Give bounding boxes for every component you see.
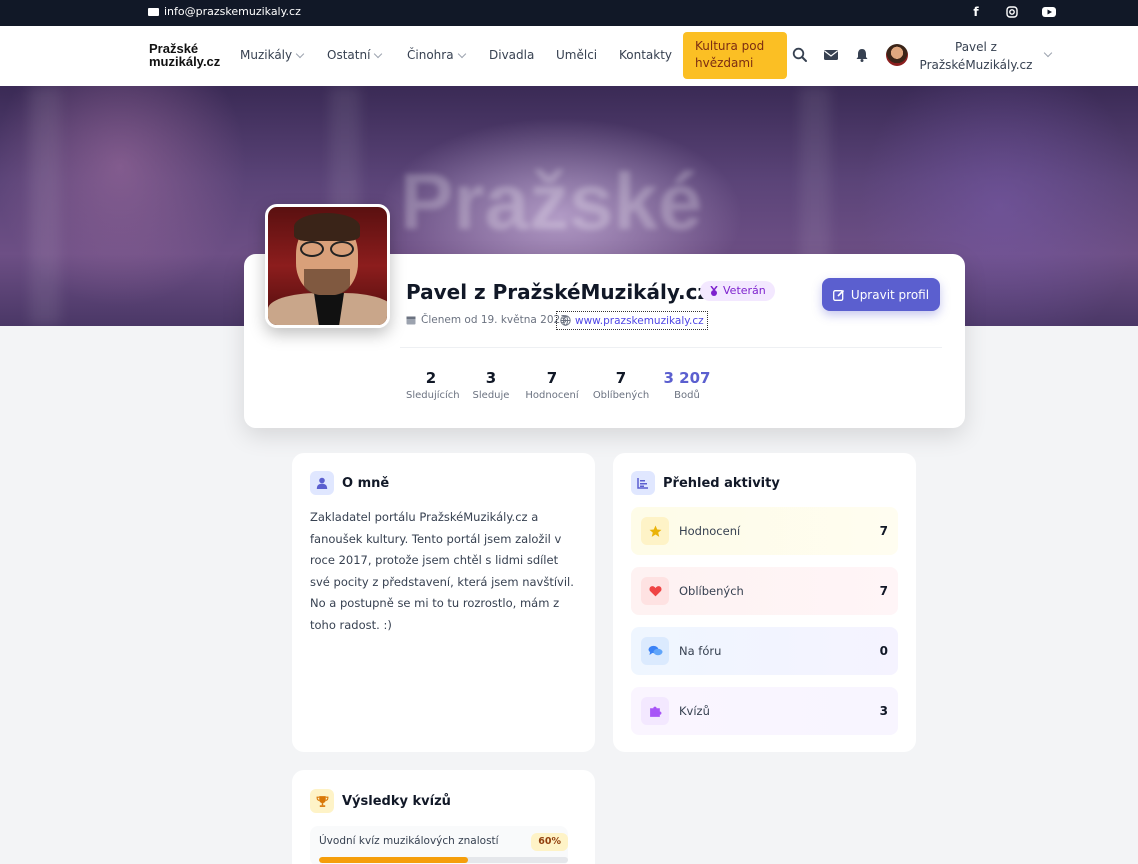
envelope-icon [148,7,159,16]
about-title: O mně [310,471,389,495]
stat-value: 7 [615,369,627,387]
activity-row-forum[interactable]: Na fóru 0 [631,627,898,675]
facebook-icon[interactable]: f [968,4,984,20]
activity-label: Na fóru [679,644,722,658]
rank-badge-label: Veterán [723,284,766,297]
trophy-icon [310,789,334,813]
edit-icon [832,289,844,301]
about-text: Zakladatel portálu PražskéMuzikály.cz a … [310,510,574,632]
quiz-results-title-text: Výsledky kvízů [342,793,451,809]
nav-label: Muzikály [240,48,293,62]
cover-light [30,86,60,326]
activity-title: Přehled aktivity [631,471,780,495]
chevron-down-icon [457,49,466,58]
edit-profile-button[interactable]: Upravit profil [822,278,940,311]
chart-icon [631,471,655,495]
heart-icon [641,577,669,605]
puzzle-icon [641,697,669,725]
user-menu-name[interactable]: Pavel z PražskéMuzikály.cz [918,38,1034,74]
member-since: Členem od 19. května 2023 [406,314,567,326]
avatar[interactable] [886,44,908,66]
top-bar: info@prazskemuzikaly.cz f [0,0,1138,26]
website-text: www.prazskemuzikaly.cz [575,314,704,327]
activity-label: Hodnocení [679,524,741,538]
rank-badge: Veterán [700,281,775,301]
profile-name: Pavel z PražskéMuzikály.cz [406,280,710,304]
nav-item-divadla[interactable]: Divadla [489,48,534,62]
activity-value: 0 [879,644,888,658]
quiz-results-title: Výsledky kvízů [310,789,451,813]
nav-label: Divadla [489,48,535,62]
chevron-down-icon[interactable] [1043,48,1053,58]
stat-label: Bodů [674,390,700,401]
card-divider [400,347,942,348]
nav-label: Kontakty [619,48,673,62]
activity-value: 7 [879,584,888,598]
main-navigation: Pražské muzikály.cz Muzikály Ostatní Čin… [0,26,1138,86]
stat-points: 3 207 Bodů [660,369,714,401]
nav-item-kontakty[interactable]: Kontakty [619,48,672,62]
globe-icon [560,315,571,326]
chevron-down-icon [295,49,305,58]
activity-row-ratings[interactable]: Hodnocení 7 [631,507,898,555]
quiz-result-item[interactable]: Úvodní kvíz muzikálových znalostí 60% [310,826,568,864]
logo-line-2: muzikály.cz [149,54,221,69]
instagram-icon[interactable] [1004,4,1020,20]
about-title-text: O mně [342,475,390,491]
star-icon [641,517,669,545]
comments-icon [641,637,669,665]
cover-blurred-text: Pražské [400,157,703,246]
site-logo[interactable]: Pražské muzikály.cz [149,42,220,68]
edit-profile-label: Upravit profil [850,287,930,302]
activity-value: 3 [879,704,888,718]
nav-item-muzikaly[interactable]: Muzikály [240,48,305,62]
quiz-name: Úvodní kvíz muzikálových znalostí [319,835,499,847]
activity-row-quizzes[interactable]: Kvízů 3 [631,687,898,735]
stat-following[interactable]: 3 Sleduje [472,369,510,401]
nav-item-cinohra[interactable]: Činohra [407,48,466,62]
nav-label: Činohra [407,48,454,62]
chevron-down-icon [374,49,383,58]
activity-label: Oblíbených [679,584,744,598]
stat-value: 2 [425,369,437,387]
quiz-progress-fill [319,857,469,863]
activity-row-favorites[interactable]: Oblíbených 7 [631,567,898,615]
stat-ratings[interactable]: 7 Hodnocení [524,369,580,401]
user-icon [310,471,334,495]
contact-email[interactable]: info@prazskemuzikaly.cz [148,5,301,18]
stat-label: Hodnocení [525,390,579,401]
youtube-icon[interactable] [1041,4,1057,20]
stat-value: 3 207 [663,369,711,387]
stat-label: Oblíbených [592,390,650,401]
stat-label: Sledujících [406,390,460,401]
nav-label: Ostatní [327,48,371,62]
stat-value: 7 [546,369,558,387]
calendar-icon [406,316,416,325]
nav-label: Umělci [556,48,598,62]
quiz-progress-bar [319,857,568,863]
profile-photo [265,204,390,328]
stat-label: Sleduje [472,390,510,401]
website-link[interactable]: www.prazskemuzikaly.cz [556,311,708,330]
stat-followers[interactable]: 2 Sledujících [406,369,460,401]
member-since-text: Členem od 19. května 2023 [421,314,567,326]
activity-title-text: Přehled aktivity [663,475,780,491]
contact-email-text: info@prazskemuzikaly.cz [164,5,301,18]
messages-icon[interactable] [823,47,839,63]
nav-item-umelci[interactable]: Umělci [556,48,597,62]
medal-icon [710,285,718,296]
nav-item-ostatni[interactable]: Ostatní [327,48,383,62]
cta-button[interactable]: Kultura pod hvězdami [683,32,787,79]
stat-favorites[interactable]: 7 Oblíbených [592,369,650,401]
search-icon[interactable] [792,47,808,63]
quiz-percent-badge: 60% [531,833,568,851]
activity-label: Kvízů [679,704,710,718]
activity-value: 7 [879,524,888,538]
stat-value: 3 [485,369,497,387]
bell-icon[interactable] [854,47,870,63]
